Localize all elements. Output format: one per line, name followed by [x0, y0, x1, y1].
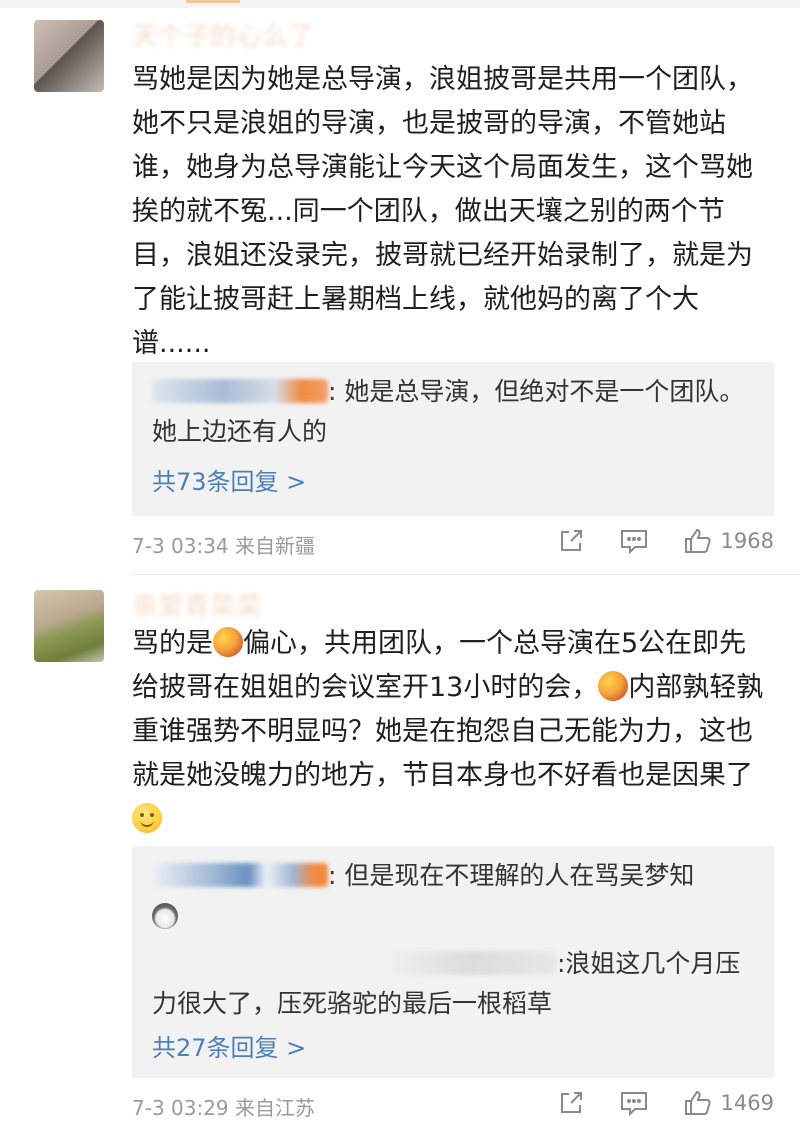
comment-source: 来自江苏	[235, 1096, 316, 1120]
replier-name[interactable]	[387, 951, 557, 975]
reply-box[interactable]: : 她是总导演，但绝对不是一个团队。她上边还有人的 共73条回复 >	[132, 362, 774, 516]
thumbs-up-icon	[684, 1090, 711, 1115]
comment-source: 来自新疆	[235, 534, 316, 558]
comment-button[interactable]	[619, 1089, 649, 1117]
top-accent	[186, 0, 240, 3]
smile-emoji-icon	[132, 803, 162, 833]
like-count: 1469	[720, 1091, 774, 1115]
share-icon	[560, 530, 582, 551]
comment-item: 亲爱青菜菜 骂的是 偏心，共用团队，一个总导演在5公在即先给披哥在姐姐的会议室开1…	[0, 578, 800, 1132]
like-count: 1968	[720, 529, 774, 553]
share-button[interactable]	[557, 527, 585, 555]
like-button[interactable]: 1968	[683, 527, 774, 555]
comment-icon	[620, 1092, 647, 1117]
comment-divider	[132, 574, 800, 575]
replier-name[interactable]	[152, 863, 328, 887]
comment-icon	[620, 530, 647, 555]
top-divider	[0, 0, 800, 8]
share-icon	[560, 1092, 582, 1113]
reply-item[interactable]: : 但是现在不理解的人在骂吴梦知	[152, 856, 752, 936]
comment-text: 骂她是因为她是总导演，浪姐披哥是共用一个团队，她不只是浪姐的导演，也是披哥的导演…	[132, 64, 753, 359]
comment-actions: 1469	[523, 1088, 774, 1118]
avatar[interactable]	[34, 20, 104, 92]
reply-item[interactable]: :浪姐这几个月压力很大了，压死骆驼的最后一根稻草	[152, 944, 752, 1024]
husky-emoji-icon	[152, 903, 178, 929]
share-button[interactable]	[557, 1089, 585, 1117]
mango-emoji-icon	[213, 627, 243, 657]
username[interactable]: 亲爱青菜菜	[132, 592, 362, 622]
more-replies-link[interactable]: 共73条回复 >	[152, 462, 306, 497]
replier-name[interactable]	[152, 379, 328, 403]
comment-button[interactable]	[619, 527, 649, 555]
comment-item: 天个子的心么了 骂她是因为她是总导演，浪姐披哥是共用一个团队，她不只是浪姐的导演…	[0, 8, 800, 576]
username[interactable]: 天个子的心么了	[132, 22, 362, 52]
reply-text: : 但是现在不理解的人在骂吴梦知	[328, 861, 695, 890]
comment-actions: 1968	[523, 526, 774, 556]
mango-emoji-icon	[598, 671, 629, 701]
comment-time: 7-3 03:34	[132, 534, 229, 558]
like-button[interactable]: 1469	[683, 1089, 774, 1117]
comment-meta: 7-3 03:29 来自江苏	[132, 1092, 315, 1121]
thumbs-up-icon	[684, 528, 711, 553]
comment-text: 骂的是 偏心，共用团队，一个总导演在5公在即先给披哥在姐姐的会议室开13小时的会，…	[132, 622, 764, 842]
comment-meta: 7-3 03:34 来自新疆	[132, 530, 315, 559]
more-replies-link[interactable]: 共27条回复 >	[152, 1028, 306, 1063]
reply-item[interactable]: : 她是总导演，但绝对不是一个团队。她上边还有人的	[152, 372, 752, 452]
comment-time: 7-3 03:29	[132, 1096, 229, 1120]
reply-box[interactable]: : 但是现在不理解的人在骂吴梦知 :浪姐这几个月压力很大了，压死骆驼的最后一根稻…	[132, 846, 774, 1078]
avatar[interactable]	[34, 590, 104, 662]
comment-text-part: 骂的是	[132, 628, 213, 659]
